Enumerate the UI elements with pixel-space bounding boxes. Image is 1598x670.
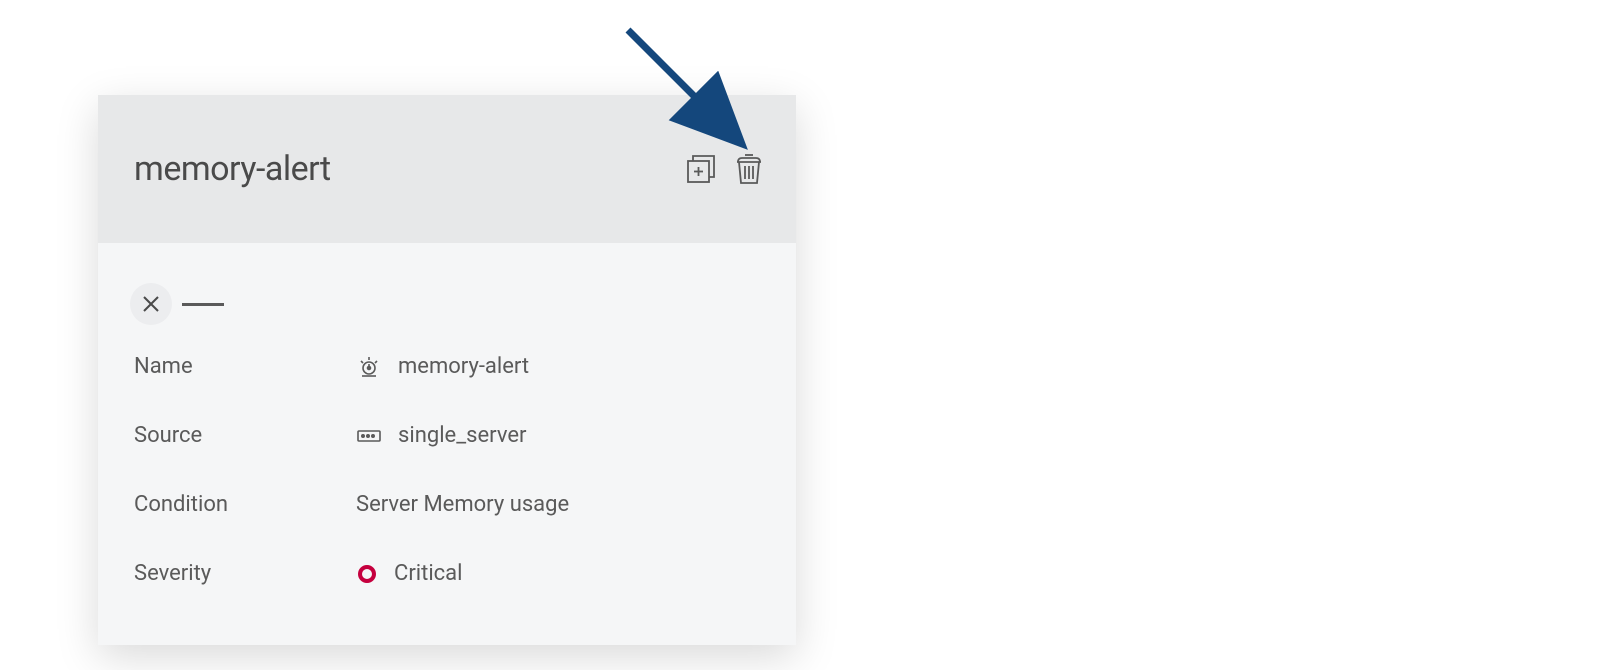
row-severity: Severity Critical	[134, 561, 760, 586]
alarm-icon	[356, 353, 382, 379]
server-icon	[356, 427, 382, 445]
trash-icon	[734, 152, 764, 186]
label-name: Name	[134, 354, 356, 379]
close-row	[134, 283, 760, 325]
row-name: Name memory-alert	[134, 353, 760, 379]
value-name-text: memory-alert	[398, 354, 529, 379]
card-body: Name memory-alert Source	[98, 243, 796, 610]
label-severity: Severity	[134, 561, 356, 586]
value-severity-text: Critical	[394, 561, 463, 586]
severity-critical-icon	[358, 565, 376, 583]
duplicate-icon	[684, 152, 718, 186]
duplicate-button[interactable]	[684, 152, 718, 186]
value-source-text: single_server	[398, 423, 526, 448]
alert-card: memory-alert	[98, 95, 796, 645]
value-source: single_server	[356, 423, 526, 448]
divider-bar	[182, 303, 224, 306]
close-icon	[142, 295, 160, 313]
label-condition: Condition	[134, 492, 356, 517]
value-condition-text: Server Memory usage	[356, 492, 569, 517]
row-condition: Condition Server Memory usage	[134, 492, 760, 517]
value-condition: Server Memory usage	[356, 492, 569, 517]
label-source: Source	[134, 423, 356, 448]
close-button[interactable]	[130, 283, 172, 325]
card-header: memory-alert	[98, 95, 796, 243]
card-actions	[684, 152, 764, 186]
value-severity: Critical	[356, 561, 463, 586]
value-name: memory-alert	[356, 353, 529, 379]
delete-button[interactable]	[734, 152, 764, 186]
row-source: Source single_server	[134, 423, 760, 448]
card-title: memory-alert	[134, 149, 331, 189]
